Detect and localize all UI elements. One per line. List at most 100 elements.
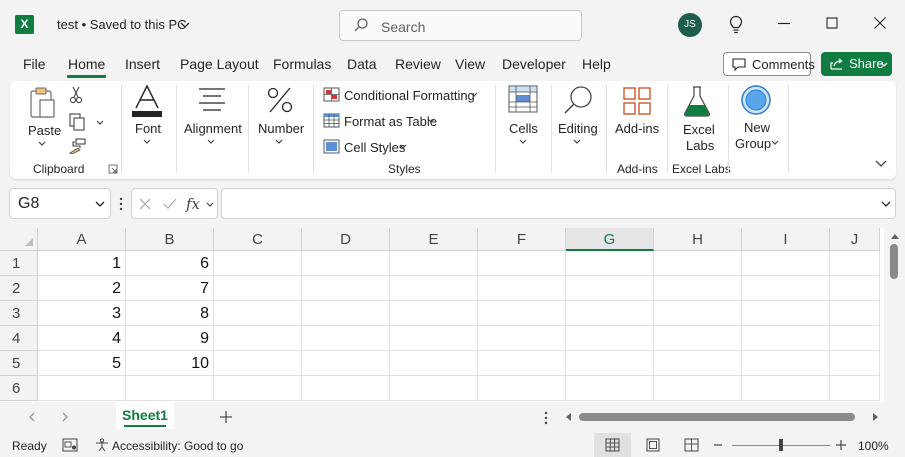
cell-g1[interactable]	[566, 251, 654, 276]
chevron-down-icon[interactable]	[426, 117, 436, 125]
select-all-corner[interactable]	[0, 228, 38, 251]
excel-labs-line2[interactable]: Labs	[686, 138, 714, 153]
more-options-icon[interactable]	[118, 196, 124, 212]
cell-a2[interactable]: 2	[38, 276, 126, 301]
lightbulb-icon[interactable]	[728, 15, 744, 35]
search-icon[interactable]	[562, 84, 594, 116]
minimize-icon[interactable]	[776, 15, 792, 31]
chevron-down-icon[interactable]	[274, 138, 284, 146]
cell-d2[interactable]	[302, 276, 390, 301]
zoom-out-icon[interactable]	[714, 443, 722, 447]
cell-b2[interactable]: 7	[126, 276, 214, 301]
search-input[interactable]: Search	[339, 10, 582, 41]
cell-c3[interactable]	[214, 301, 302, 326]
cell-f6[interactable]	[478, 376, 566, 401]
paste-label[interactable]: Paste	[28, 123, 61, 138]
cell-e1[interactable]	[390, 251, 478, 276]
insert-function-button[interactable]: fx	[186, 195, 200, 213]
scroll-right-arrow-icon[interactable]	[872, 412, 880, 422]
accessibility-icon[interactable]	[95, 438, 109, 452]
avatar[interactable]: JS	[678, 13, 702, 37]
expand-formula-chevron-icon[interactable]	[880, 200, 892, 210]
macro-recording-icon[interactable]	[62, 438, 78, 452]
add-ins-button[interactable]: Add-ins	[615, 121, 659, 136]
chevron-down-icon[interactable]	[469, 91, 479, 99]
font-icon[interactable]	[131, 84, 163, 118]
font-label[interactable]: Font	[135, 121, 161, 136]
new-group-line1[interactable]: New	[744, 120, 770, 135]
chevron-down-icon[interactable]	[518, 138, 528, 146]
format-as-table-label[interactable]: Format as Table	[344, 114, 437, 129]
add-sheet-icon[interactable]	[219, 410, 233, 424]
cell-h3[interactable]	[654, 301, 742, 326]
prev-sheet-icon[interactable]	[27, 411, 37, 423]
chevron-down-icon[interactable]	[572, 138, 582, 146]
cell-d1[interactable]	[302, 251, 390, 276]
tab-page-layout[interactable]: Page Layout	[180, 56, 259, 72]
row-header-1[interactable]: 1	[0, 251, 38, 276]
scroll-up-arrow-icon[interactable]	[890, 232, 900, 240]
cell-c6[interactable]	[214, 376, 302, 401]
sheet-tab-sheet1[interactable]: Sheet1	[116, 402, 174, 429]
cell-f1[interactable]	[478, 251, 566, 276]
chevron-down-icon[interactable]	[142, 138, 152, 146]
cell-b3[interactable]: 8	[126, 301, 214, 326]
maximize-icon[interactable]	[824, 15, 840, 31]
column-header-j[interactable]: J	[830, 228, 880, 251]
tab-review[interactable]: Review	[395, 56, 441, 72]
row-header-4[interactable]: 4	[0, 326, 38, 351]
cell-styles-label[interactable]: Cell Styles	[344, 140, 405, 155]
cell-j4[interactable]	[830, 326, 880, 351]
tab-home[interactable]: Home	[68, 56, 105, 72]
cell-styles-icon[interactable]	[323, 139, 340, 154]
zoom-in-icon[interactable]	[836, 440, 846, 450]
new-group-icon[interactable]	[740, 84, 772, 116]
chevron-down-icon[interactable]	[37, 140, 47, 148]
cell-j2[interactable]	[830, 276, 880, 301]
tab-developer[interactable]: Developer	[502, 56, 566, 72]
tab-insert[interactable]: Insert	[125, 56, 160, 72]
column-header-c[interactable]: C	[214, 228, 302, 251]
ribbon-collapse-chevron-icon[interactable]	[874, 159, 888, 169]
chevron-down-icon[interactable]	[770, 139, 780, 147]
cell-e5[interactable]	[390, 351, 478, 376]
cell-g5[interactable]	[566, 351, 654, 376]
share-button[interactable]: Share	[821, 52, 892, 76]
cell-b4[interactable]: 9	[126, 326, 214, 351]
tab-help[interactable]: Help	[582, 56, 611, 72]
document-title[interactable]: test • Saved to this PC	[57, 17, 187, 32]
cell-d6[interactable]	[302, 376, 390, 401]
cell-i6[interactable]	[742, 376, 830, 401]
cell-j5[interactable]	[830, 351, 880, 376]
cell-b6[interactable]	[126, 376, 214, 401]
chevron-down-icon[interactable]	[94, 200, 106, 210]
cell-c1[interactable]	[214, 251, 302, 276]
copy-icon[interactable]	[68, 113, 86, 131]
vertical-scrollbar[interactable]	[884, 228, 905, 402]
cell-e6[interactable]	[390, 376, 478, 401]
cell-g3[interactable]	[566, 301, 654, 326]
column-header-d[interactable]: D	[302, 228, 390, 251]
conditional-formatting-icon[interactable]	[323, 87, 340, 102]
new-group-line2[interactable]: Group	[735, 136, 771, 151]
sheet-options-icon[interactable]	[543, 410, 549, 426]
cell-a4[interactable]: 4	[38, 326, 126, 351]
excel-labs-line1[interactable]: Excel	[683, 122, 715, 137]
formula-input[interactable]	[221, 188, 896, 219]
horizontal-scroll-thumb[interactable]	[579, 413, 855, 421]
cell-h5[interactable]	[654, 351, 742, 376]
cell-i5[interactable]	[742, 351, 830, 376]
cancel-icon[interactable]	[138, 197, 152, 211]
page-layout-view-icon[interactable]	[646, 438, 660, 452]
cell-b1[interactable]: 6	[126, 251, 214, 276]
editing-label[interactable]: Editing	[558, 121, 598, 136]
column-header-e[interactable]: E	[390, 228, 478, 251]
column-header-f[interactable]: F	[478, 228, 566, 251]
cell-c2[interactable]	[214, 276, 302, 301]
alignment-label[interactable]: Alignment	[184, 121, 242, 136]
close-icon[interactable]	[872, 15, 888, 31]
chevron-down-icon[interactable]	[398, 143, 408, 151]
vertical-scroll-thumb[interactable]	[890, 244, 898, 279]
column-header-h[interactable]: H	[654, 228, 742, 251]
enter-check-icon[interactable]	[162, 197, 178, 211]
